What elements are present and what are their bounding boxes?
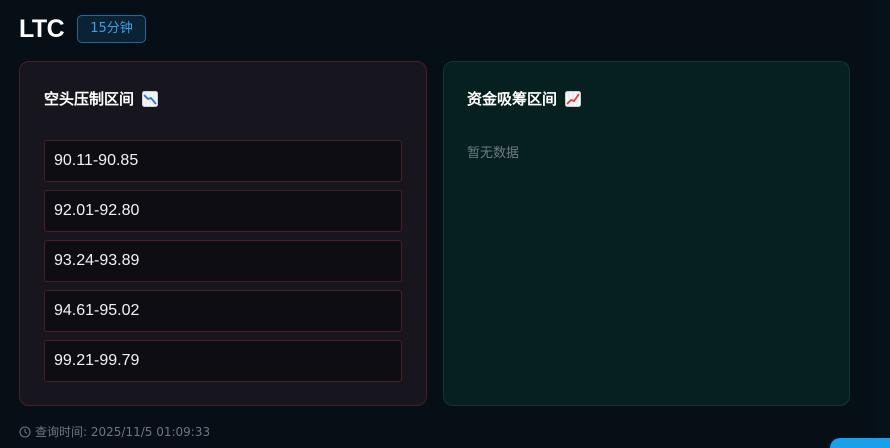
chart-increasing-icon [565, 91, 582, 107]
zone-item[interactable]: 99.21-99.79 [44, 340, 402, 382]
page: LTC 15分钟 空头压制区间 90.11-90.85 92.01-92.80 … [0, 0, 890, 448]
long-panel-title: 资金吸筹区间 [467, 90, 558, 108]
empty-state-text: 暂无数据 [467, 146, 520, 161]
floating-action-button[interactable] [830, 438, 890, 448]
clock-icon [19, 425, 31, 438]
zone-item[interactable]: 94.61-95.02 [44, 290, 402, 332]
long-panel-header: 资金吸筹区间 [467, 89, 582, 109]
header: LTC 15分钟 [19, 13, 146, 45]
query-time-footer: 查询时间: 2025/11/5 01:09:33 [19, 423, 210, 440]
zone-item[interactable]: 90.11-90.85 [44, 140, 402, 182]
zone-item[interactable]: 92.01-92.80 [44, 190, 402, 232]
zone-item[interactable]: 93.24-93.89 [44, 240, 402, 282]
page-scroll-edge [876, 0, 890, 448]
short-pressure-panel: 空头压制区间 90.11-90.85 92.01-92.80 93.24-93.… [19, 61, 427, 406]
short-panel-title: 空头压制区间 [44, 90, 135, 108]
chart-decreasing-icon [142, 91, 159, 107]
query-time-text: 查询时间: 2025/11/5 01:09:33 [35, 425, 211, 439]
short-panel-header: 空头压制区间 [44, 89, 159, 109]
capital-accumulation-panel: 资金吸筹区间 暂无数据 [443, 61, 850, 406]
symbol-title: LTC [19, 15, 65, 43]
short-zone-list: 90.11-90.85 92.01-92.80 93.24-93.89 94.6… [44, 140, 402, 390]
timeframe-badge[interactable]: 15分钟 [77, 15, 146, 43]
